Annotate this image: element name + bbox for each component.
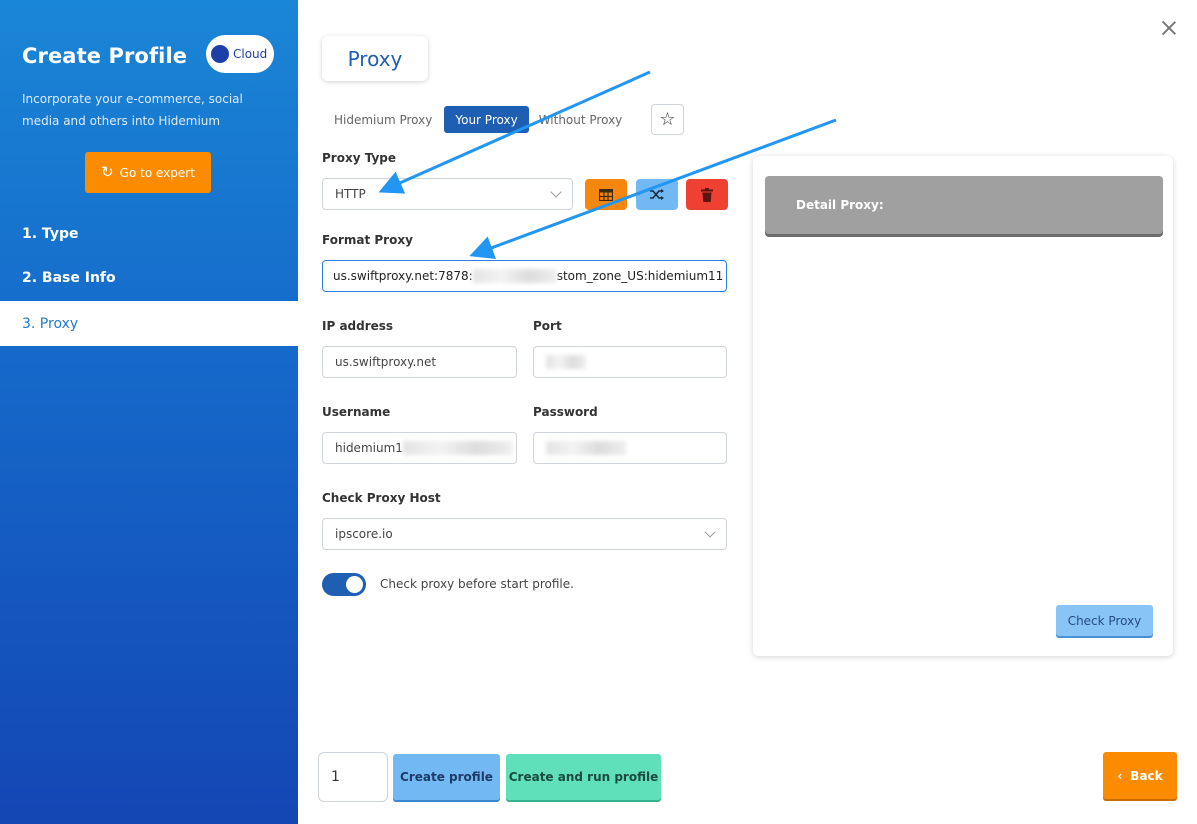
- toggle-knob: [346, 576, 363, 593]
- check-proxy-host-value: ipscore.io: [335, 527, 393, 541]
- username-label: Username: [322, 405, 391, 419]
- chevron-left-icon: ‹: [1117, 768, 1123, 783]
- cloud-label: Cloud: [233, 47, 268, 61]
- password-input[interactable]: [533, 432, 727, 464]
- check-before-start-toggle[interactable]: [322, 573, 366, 596]
- shuffle-icon: [650, 189, 664, 200]
- check-proxy-button[interactable]: Check Proxy: [1056, 605, 1153, 636]
- redacted-password: [546, 441, 626, 455]
- nav-item-type[interactable]: 1. Type: [0, 211, 298, 256]
- redacted-segment: [472, 269, 557, 283]
- close-icon[interactable]: [1158, 17, 1180, 39]
- delete-button[interactable]: [686, 179, 728, 210]
- create-and-run-profile-button[interactable]: Create and run profile: [506, 754, 661, 800]
- username-input[interactable]: hidemium1: [322, 432, 517, 464]
- star-icon: ☆: [659, 109, 676, 130]
- username-value: hidemium1: [335, 441, 403, 455]
- port-label: Port: [533, 319, 562, 333]
- format-proxy-label: Format Proxy: [322, 233, 413, 247]
- section-title-card: Proxy: [322, 36, 428, 81]
- create-profile-button[interactable]: Create profile: [393, 754, 500, 800]
- proxy-type-label: Proxy Type: [322, 151, 397, 165]
- trash-icon: [701, 187, 713, 202]
- nav-item-label: 1. Type: [22, 225, 79, 242]
- tab-without-proxy[interactable]: Without Proxy: [529, 106, 633, 133]
- proxy-type-select[interactable]: HTTP: [322, 178, 573, 210]
- chevron-down-icon: [704, 526, 716, 538]
- table-button[interactable]: [585, 179, 627, 210]
- shuffle-button[interactable]: [636, 179, 678, 210]
- quantity-value: 1: [331, 769, 340, 785]
- back-label: Back: [1130, 768, 1163, 783]
- table-icon: [599, 188, 613, 201]
- back-button[interactable]: ‹ Back: [1103, 752, 1177, 799]
- sidebar-title: Create Profile: [22, 44, 188, 68]
- ip-address-value: us.swiftproxy.net: [335, 355, 437, 369]
- proxy-type-value: HTTP: [335, 187, 366, 201]
- format-proxy-value-end: stom_zone_US:hidemium11: [556, 269, 724, 283]
- favorite-button[interactable]: ☆: [651, 104, 684, 135]
- cloud-toggle-knob: [211, 45, 229, 63]
- section-title: Proxy: [347, 46, 403, 71]
- format-proxy-input[interactable]: us.swiftproxy.net:7878: stom_zone_US:hid…: [322, 260, 727, 292]
- detail-proxy-header: Detail Proxy:: [765, 176, 1163, 234]
- redacted-username: [402, 441, 513, 455]
- detail-proxy-panel: Detail Proxy: Check Proxy: [753, 156, 1173, 656]
- quantity-input[interactable]: 1: [318, 752, 388, 802]
- check-proxy-host-select[interactable]: ipscore.io: [322, 518, 727, 550]
- sidebar-description: Incorporate your e-commerce, social medi…: [22, 92, 243, 128]
- check-proxy-host-label: Check Proxy Host: [322, 491, 441, 505]
- proxy-tabs: Hidemium Proxy Your Proxy Without Proxy: [322, 106, 632, 133]
- format-proxy-value-start: us.swiftproxy.net:7878:: [333, 269, 473, 283]
- ip-address-label: IP address: [322, 319, 394, 333]
- go-to-expert-label: Go to expert: [119, 165, 195, 180]
- chevron-down-icon: [550, 186, 562, 198]
- sidebar: Create Profile Cloud Incorporate your e-…: [0, 0, 298, 824]
- detail-proxy-title: Detail Proxy:: [796, 198, 884, 212]
- nav-item-base-info[interactable]: 2. Base Info: [0, 255, 298, 300]
- redacted-port: [546, 355, 586, 369]
- ip-address-input[interactable]: us.swiftproxy.net: [322, 346, 517, 378]
- check-before-start-label: Check proxy before start profile.: [380, 577, 574, 591]
- nav-item-label: 2. Base Info: [22, 269, 116, 286]
- port-input[interactable]: [533, 346, 727, 378]
- tab-hidemium-proxy[interactable]: Hidemium Proxy: [322, 106, 444, 133]
- nav-item-proxy[interactable]: 3. Proxy: [0, 301, 298, 346]
- cloud-toggle[interactable]: Cloud: [206, 35, 274, 73]
- nav-item-label: 3. Proxy: [22, 315, 79, 332]
- tab-your-proxy[interactable]: Your Proxy: [444, 106, 529, 133]
- go-to-expert-button[interactable]: ↻ Go to expert: [85, 152, 211, 193]
- refresh-icon: ↻: [101, 163, 114, 181]
- password-label: Password: [533, 405, 598, 419]
